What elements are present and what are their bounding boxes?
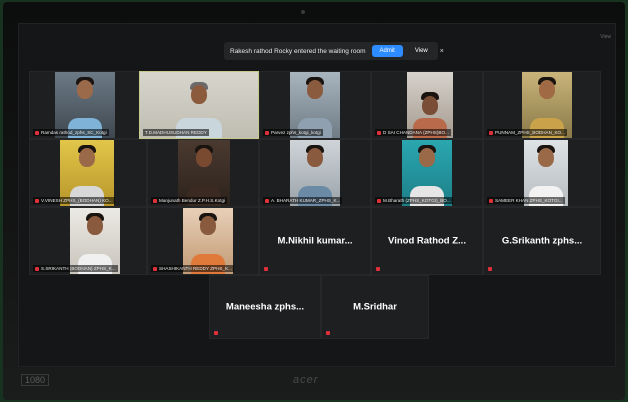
mic-muted-icon <box>264 267 268 271</box>
participant-tile[interactable]: M.Sridhar <box>321 275 429 339</box>
participant-tile[interactable]: M.Bharath (ZPHS_KOTGI)_BO... <box>371 139 483 207</box>
monitor-bezel: Rakesh rathod Rocky entered the waiting … <box>3 2 625 400</box>
participant-tile[interactable]: SHASHIKANTH REDDY ZPHS_K... <box>147 207 259 275</box>
participant-tile[interactable]: Maneesha zphs... <box>209 275 321 339</box>
participant-tile[interactable]: Parvez zphs_kotgi_kotgi <box>259 71 371 139</box>
admit-button[interactable]: Admit <box>371 45 403 57</box>
participant-name-label: M.Bharath (ZPHS_KOTGI)_BO... <box>375 197 453 204</box>
mic-muted-icon <box>377 198 381 203</box>
participant-tile[interactable]: Vinod Rathod Z... <box>371 207 483 275</box>
mic-muted-icon <box>489 198 493 203</box>
monitor-brand-logo: acer <box>293 374 319 386</box>
participant-name-label: T.D.MADHUSUDHAN REDDY <box>143 129 209 136</box>
participant-name-label: Manjunath Bendur Z.P.H.S.Kotgi <box>151 197 228 204</box>
view-button[interactable]: View <box>409 45 434 57</box>
participant-name-label: SAMEER KHAN ZPHS_KOTGI... <box>487 197 565 204</box>
participant-tile-active-speaker[interactable]: T.D.MADHUSUDHAN REDDY <box>139 71 259 139</box>
mic-muted-icon <box>488 267 492 271</box>
participant-name: G.Srikanth zphs... <box>501 235 583 247</box>
mic-muted-icon <box>35 198 39 203</box>
participant-tile[interactable]: D SAI CHANDANA (ZPHS)BO... <box>371 71 483 139</box>
participant-tile[interactable]: A. BHARATH KUMAR_ZPHS_K... <box>259 139 371 207</box>
participant-name: Maneesha zphs... <box>225 301 305 313</box>
participant-name: M.Sridhar <box>353 301 397 313</box>
mic-muted-icon <box>377 130 381 135</box>
participant-tile[interactable]: G.Srikanth zphs... <box>483 207 601 275</box>
mic-muted-icon <box>489 130 493 135</box>
participant-tile[interactable]: PUNNAM_ZPHS_BODHAN_KO... <box>483 71 601 139</box>
mic-muted-icon <box>376 267 380 271</box>
participant-name-label: PUNNAM_ZPHS_BODHAN_KO... <box>487 129 567 136</box>
participant-name-label: SHASHIKANTH REDDY ZPHS_K... <box>151 265 234 272</box>
participant-name-label: Ramdas rathod_zphs_SC_Kotgi <box>33 129 109 136</box>
notification-message: Rakesh rathod Rocky entered the waiting … <box>230 47 366 55</box>
close-icon[interactable]: × <box>440 48 444 55</box>
participant-tile[interactable]: V.VINESH ZPHS_(BODHAN) KO... <box>29 139 147 207</box>
meeting-screen: Rakesh rathod Rocky entered the waiting … <box>19 24 615 366</box>
webcam-dot <box>301 10 305 14</box>
mic-muted-icon <box>35 130 39 135</box>
participant-tile[interactable]: SAMEER KHAN ZPHS_KOTGI... <box>483 139 601 207</box>
waiting-room-notification: Rakesh rathod Rocky entered the waiting … <box>224 42 444 60</box>
participant-tile[interactable]: Manjunath Bendur Z.P.H.S.Kotgi <box>147 139 259 207</box>
mic-muted-icon <box>265 198 269 203</box>
mic-muted-icon <box>265 130 269 135</box>
participant-name-label: A. BHARATH KUMAR_ZPHS_K... <box>263 197 343 204</box>
mic-muted-icon <box>214 331 218 335</box>
participant-tile[interactable]: Ramdas rathod_zphs_SC_Kotgi <box>29 71 141 139</box>
mic-muted-icon <box>35 266 39 271</box>
mic-muted-icon <box>326 331 330 335</box>
participant-name: M.Nikhil kumar... <box>277 235 353 247</box>
participant-tile[interactable]: S.SRIKANTH (BODHAN) ZPHS_K... <box>29 207 147 275</box>
participant-name-label: V.VINESH ZPHS_(BODHAN) KO... <box>33 197 115 204</box>
mic-muted-icon <box>153 266 157 271</box>
participant-name-label: D SAI CHANDANA (ZPHS)BO... <box>375 129 451 136</box>
participant-name-label: Parvez zphs_kotgi_kotgi <box>263 129 323 136</box>
view-toggle[interactable]: View <box>600 34 611 40</box>
participant-name: Vinod Rathod Z... <box>388 235 466 247</box>
participant-tile[interactable]: M.Nikhil kumar... <box>259 207 371 275</box>
mic-muted-icon <box>153 198 157 203</box>
resolution-badge: 1080 <box>21 374 50 386</box>
participant-name-label: S.SRIKANTH (BODHAN) ZPHS_K... <box>33 265 118 272</box>
